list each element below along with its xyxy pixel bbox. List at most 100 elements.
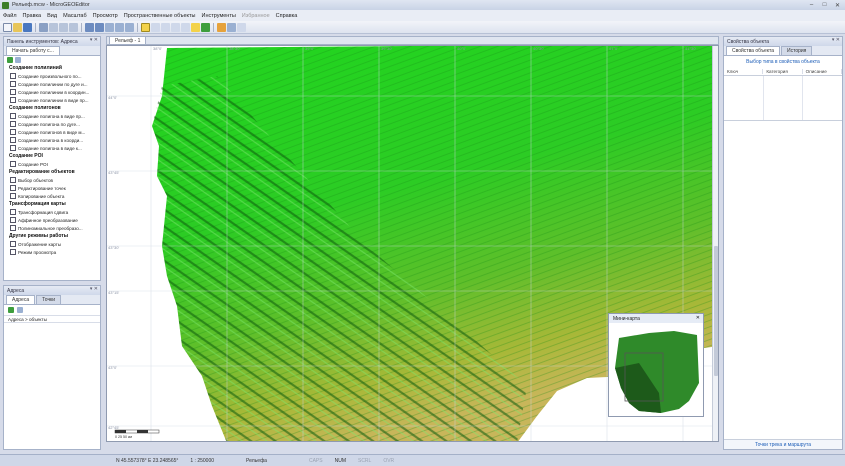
- tool-item[interactable]: Создание полилинии в координ...: [4, 88, 100, 96]
- menu-favorites[interactable]: Избранное: [242, 13, 270, 19]
- tool-item[interactable]: Полиномиальное преобразо...: [4, 224, 100, 232]
- close-button[interactable]: ✕: [832, 1, 843, 9]
- panel-pin-close-icon[interactable]: ▾ ✕: [90, 37, 98, 43]
- tool-item[interactable]: Создание полилинии в виде пр...: [4, 96, 100, 104]
- minimize-button[interactable]: –: [806, 1, 817, 9]
- menu-preview[interactable]: Просмотр: [93, 13, 118, 19]
- grid-icon[interactable]: [237, 22, 246, 32]
- run-icon[interactable]: [201, 22, 210, 32]
- tool-group-header[interactable]: Трансформация карты: [4, 200, 100, 208]
- settings-icon[interactable]: [227, 22, 236, 32]
- tab-addresses[interactable]: Адреса: [6, 295, 36, 304]
- tab-history[interactable]: История: [781, 46, 813, 55]
- menu-help[interactable]: Справка: [276, 13, 298, 19]
- zoom-in-icon[interactable]: [105, 22, 114, 32]
- tool-item[interactable]: Создание полигона в виде пр...: [4, 112, 100, 120]
- scrollbar-thumb[interactable]: [714, 246, 718, 376]
- menu-tools[interactable]: Инструменты: [202, 13, 236, 19]
- grid-label: 44°0': [108, 95, 117, 100]
- tool-item-icon: [10, 225, 16, 231]
- polyline-tool-icon[interactable]: [171, 22, 180, 32]
- add-address-icon[interactable]: [8, 307, 14, 313]
- panel-pin-close-icon[interactable]: ▾ ✕: [832, 37, 840, 43]
- tool-group-header[interactable]: Редактирование объектов: [4, 168, 100, 176]
- menu-file[interactable]: Файл: [3, 13, 17, 19]
- column-description: Описание: [803, 69, 842, 74]
- new-file-icon[interactable]: [3, 22, 12, 32]
- print-icon[interactable]: [39, 22, 48, 32]
- menu-edit[interactable]: Правка: [23, 13, 42, 19]
- tool-item-label: Создание полигонов в виде м...: [18, 129, 86, 135]
- tool-group-header[interactable]: Другие режимы работы: [4, 232, 100, 240]
- toolbar-separator: [213, 22, 214, 32]
- tab-points[interactable]: Точки: [36, 295, 62, 304]
- properties-table-body[interactable]: [724, 76, 842, 121]
- tool-item-icon: [10, 185, 16, 191]
- tab-object-properties[interactable]: Свойства объекта: [726, 46, 780, 55]
- tool-item[interactable]: Редактирование точек: [4, 184, 100, 192]
- tool-item[interactable]: Создание полигонов в виде м...: [4, 128, 100, 136]
- tool-item-icon: [10, 177, 16, 183]
- copy-icon[interactable]: [59, 22, 68, 32]
- expand-icon[interactable]: [15, 57, 21, 63]
- toolbar-separator: [81, 22, 82, 32]
- grid-label: 40°30': [533, 46, 544, 51]
- zoom-extent-icon[interactable]: [125, 22, 134, 32]
- tool-item[interactable]: Отображение карты: [4, 240, 100, 248]
- tool-item[interactable]: Создание POI: [4, 160, 100, 168]
- polygon-tool-icon[interactable]: [181, 22, 190, 32]
- tool-group-header[interactable]: Создание POI: [4, 152, 100, 160]
- address-panel-header: Адреса ▾ ✕: [4, 286, 100, 295]
- window-controls: – □ ✕: [806, 1, 843, 9]
- tool-group-header[interactable]: Создание полигонов: [4, 104, 100, 112]
- grid-label: 42°45': [108, 425, 119, 430]
- poi-tool-icon[interactable]: [191, 22, 200, 32]
- menu-bar: Файл Правка Вид Масштаб Просмотр Простра…: [0, 10, 845, 21]
- filter-icon[interactable]: [17, 307, 23, 313]
- tool-item[interactable]: Копирование объекта: [4, 192, 100, 200]
- tool-item[interactable]: Режим просмотра: [4, 248, 100, 256]
- tab-start[interactable]: Начать работу с...: [6, 46, 60, 55]
- menu-scale[interactable]: Масштаб: [63, 13, 87, 19]
- measure-tool-icon[interactable]: [161, 22, 170, 32]
- refresh-icon[interactable]: [7, 57, 13, 63]
- tool-group-header[interactable]: Создание полилиний: [4, 64, 100, 72]
- tool-item[interactable]: Создание полигона в коорди...: [4, 136, 100, 144]
- cut-icon[interactable]: [49, 22, 58, 32]
- map-tab-row: Рельеф - 1: [106, 36, 719, 45]
- maximize-button[interactable]: □: [819, 1, 830, 9]
- pan-tool-icon[interactable]: [151, 22, 160, 32]
- tool-item[interactable]: Аффинное преобразование: [4, 216, 100, 224]
- zoom-out-icon[interactable]: [115, 22, 124, 32]
- tool-item[interactable]: Создание полигона по дуге...: [4, 120, 100, 128]
- toolbar-separator: [35, 22, 36, 32]
- tool-item-icon: [10, 217, 16, 223]
- status-num: NUM: [334, 457, 346, 464]
- tool-item[interactable]: Трансформация сдвига: [4, 208, 100, 216]
- menu-view[interactable]: Вид: [47, 13, 57, 19]
- save-icon[interactable]: [23, 22, 32, 32]
- tool-item[interactable]: Создание полилинии по дуге и...: [4, 80, 100, 88]
- tool-item[interactable]: Выбор объектов: [4, 176, 100, 184]
- grid-label: 41°30': [685, 46, 696, 51]
- select-tool-icon[interactable]: [141, 22, 150, 32]
- layers-icon[interactable]: [217, 22, 226, 32]
- tool-item[interactable]: Создание произвольного по...: [4, 72, 100, 80]
- open-folder-icon[interactable]: [13, 22, 22, 32]
- tool-item[interactable]: Создание полигона в виде к...: [4, 144, 100, 152]
- grid-label: 41°0': [609, 46, 618, 51]
- menu-spatial-objects[interactable]: Пространственные объекты: [124, 13, 196, 19]
- undo-icon[interactable]: [85, 22, 94, 32]
- track-points-link[interactable]: Точки трека и маршрута: [724, 439, 842, 449]
- status-scale: 1 : 250000: [190, 457, 215, 464]
- redo-icon[interactable]: [95, 22, 104, 32]
- paste-icon[interactable]: [69, 22, 78, 32]
- tab-map[interactable]: Рельеф - 1: [109, 36, 147, 44]
- minimap-window[interactable]: Мини-карта ✕: [608, 313, 704, 417]
- minimap-image[interactable]: [609, 323, 703, 416]
- tool-item-label: Создание POI: [18, 161, 48, 167]
- tool-item-label: Создание полилинии в координ...: [18, 89, 90, 95]
- panel-pin-close-icon[interactable]: ▾ ✕: [90, 286, 98, 292]
- minimap-close-icon[interactable]: ✕: [696, 315, 700, 321]
- map-scrollbar[interactable]: [712, 46, 718, 441]
